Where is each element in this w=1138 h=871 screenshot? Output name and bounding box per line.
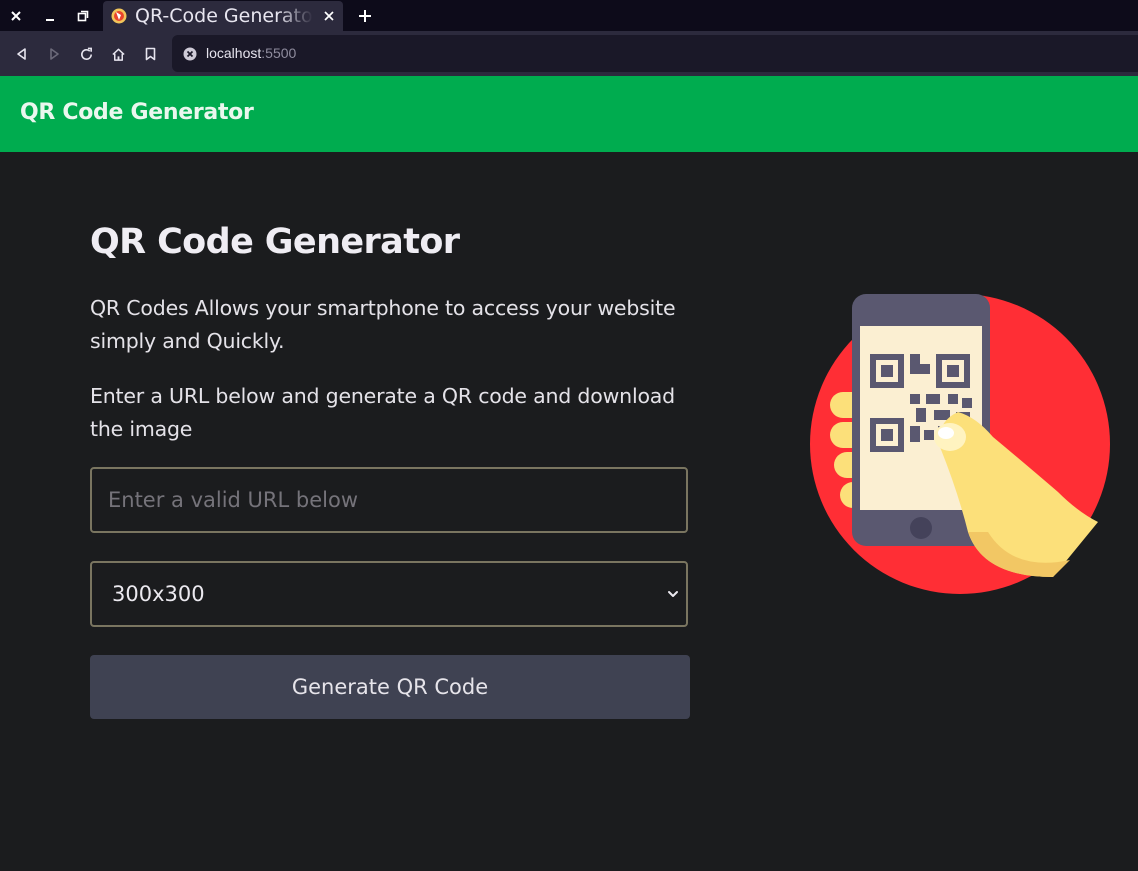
bookmark-icon[interactable] <box>139 43 161 65</box>
size-select[interactable]: 300x300 <box>90 561 688 627</box>
browser-nav-bar: localhost:5500 <box>0 31 1138 76</box>
tab-title: QR-Code Generator <box>135 5 313 27</box>
generate-qr-button[interactable]: Generate QR Code <box>90 655 690 719</box>
url-input[interactable] <box>90 467 688 533</box>
chevron-down-icon <box>668 591 678 597</box>
tab-close-icon[interactable] <box>319 6 339 26</box>
browser-tab[interactable]: QR-Code Generator <box>103 1 343 31</box>
instruction-paragraph: Enter a URL below and generate a QR code… <box>90 384 675 441</box>
brand-title[interactable]: QR Code Generator <box>20 100 254 125</box>
phone-qr-illustration-icon <box>810 294 1110 594</box>
app-header: QR Code Generator <box>0 76 1138 152</box>
favicon-icon <box>111 8 127 24</box>
url-port: :5500 <box>261 45 297 61</box>
window-restore-icon[interactable] <box>67 0 99 31</box>
forward-icon[interactable] <box>43 43 65 65</box>
address-bar[interactable]: localhost:5500 <box>172 35 1138 72</box>
site-info-icon[interactable] <box>183 47 197 61</box>
new-tab-icon[interactable] <box>352 3 378 29</box>
reload-icon[interactable] <box>75 43 97 65</box>
back-icon[interactable] <box>11 43 33 65</box>
home-icon[interactable] <box>107 43 129 65</box>
intro-paragraph: QR Codes Allows your smartphone to acces… <box>90 296 676 353</box>
url-host: localhost <box>206 45 262 61</box>
url-text: localhost:5500 <box>206 45 296 61</box>
page-title: QR Code Generator <box>90 222 460 262</box>
window-minimize-icon[interactable] <box>34 0 66 31</box>
browser-title-bar: QR-Code Generator <box>0 0 1138 31</box>
size-select-value: 300x300 <box>112 582 205 606</box>
window-close-icon[interactable] <box>0 0 32 31</box>
